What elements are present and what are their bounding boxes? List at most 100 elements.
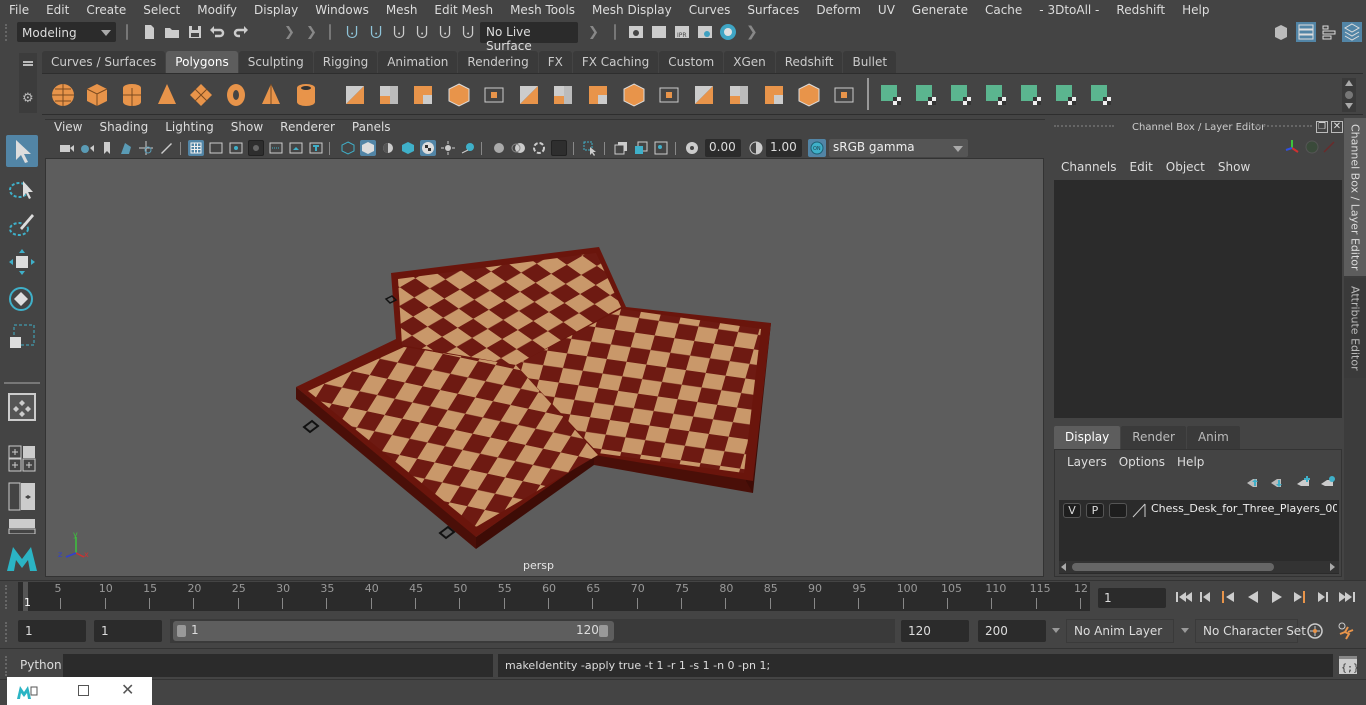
collapse-icon[interactable]	[831, 82, 857, 108]
menu-3dtoall[interactable]: - 3DtoAll -	[1030, 3, 1107, 17]
shelf-scrollbar[interactable]	[1342, 78, 1356, 112]
use-all-lights-icon[interactable]	[440, 140, 456, 156]
side-tab-channel-box[interactable]: Channel Box / Layer Editor	[1344, 118, 1366, 276]
combine-icon[interactable]	[342, 82, 368, 108]
color-space-dropdown[interactable]: sRGB gamma	[829, 139, 968, 157]
snap-curve-icon[interactable]: ⨃	[367, 23, 385, 41]
layer-horizontal-scrollbar[interactable]	[1059, 561, 1339, 573]
menu-mesh-tools[interactable]: Mesh Tools	[501, 3, 583, 17]
chess-desk-model[interactable]	[46, 159, 1045, 578]
menu-file[interactable]: File	[0, 3, 37, 17]
scroll-up-icon[interactable]	[1345, 80, 1353, 86]
shelf-menu-icon[interactable]	[23, 61, 33, 63]
shelf-tab-fx-caching[interactable]: FX Caching	[572, 51, 659, 73]
layer-tab-render[interactable]: Render	[1121, 426, 1186, 449]
shelf-tab-animation[interactable]: Animation	[378, 51, 458, 73]
collapse-arrow-icon[interactable]: ❯	[588, 25, 599, 40]
gate-mask-icon[interactable]	[248, 140, 264, 156]
safe-title-icon[interactable]	[308, 140, 324, 156]
target-weld-icon[interactable]	[796, 82, 822, 108]
tool-settings-toggle-icon[interactable]	[1320, 23, 1338, 41]
anim-layer-dropdown[interactable]: No Anim Layer	[1066, 619, 1174, 643]
shelf-tab-xgen[interactable]: XGen	[724, 51, 775, 73]
grid-toggle-icon[interactable]	[188, 140, 204, 156]
snap-surface-icon[interactable]: ⨃	[459, 23, 477, 41]
render-current-frame-icon[interactable]	[650, 23, 668, 41]
shadows-icon[interactable]	[460, 140, 476, 156]
isolate-select-icon[interactable]	[582, 140, 598, 156]
layer-playback-toggle[interactable]: P	[1086, 503, 1104, 518]
field-chart-icon[interactable]	[268, 140, 284, 156]
animation-preferences-icon[interactable]	[1336, 622, 1356, 640]
command-language-toggle[interactable]: Python	[20, 658, 62, 672]
maximize-icon[interactable]	[78, 685, 89, 696]
menu-surfaces[interactable]: Surfaces	[738, 3, 807, 17]
color-management-toggle-icon[interactable]: ON	[808, 139, 826, 157]
uv-editor-icon[interactable]	[1053, 82, 1079, 108]
menu-deform[interactable]: Deform	[807, 3, 869, 17]
offset-edge-loop-icon[interactable]	[761, 82, 787, 108]
move-tool[interactable]	[6, 246, 38, 278]
extrude-icon[interactable]	[585, 82, 611, 108]
scale-tool[interactable]	[6, 320, 38, 352]
collapse-arrow-icon[interactable]: ❯	[746, 24, 758, 40]
menu-edit-mesh[interactable]: Edit Mesh	[425, 3, 501, 17]
rotate-tool[interactable]	[6, 283, 38, 315]
float-panel-icon[interactable]: ❐	[1316, 121, 1328, 133]
channel-box-toggle-icon[interactable]	[1342, 22, 1362, 42]
default-material-icon[interactable]	[380, 140, 396, 156]
menu-modify[interactable]: Modify	[188, 3, 245, 17]
channel-box-menu-show[interactable]: Show	[1213, 160, 1258, 174]
poly-cone-icon[interactable]	[154, 82, 180, 108]
drag-handle[interactable]	[1054, 125, 1114, 130]
multi-cut-icon[interactable]	[550, 82, 576, 108]
poly-torus-icon[interactable]	[223, 82, 249, 108]
menu-help[interactable]: Help	[1173, 3, 1217, 17]
range-slider[interactable]: 1 120	[173, 621, 614, 641]
menu-cache[interactable]: Cache	[976, 3, 1030, 17]
command-input[interactable]	[63, 654, 493, 677]
viewport-persp[interactable]: y x z persp	[45, 158, 1044, 577]
poly-plane-icon[interactable]	[188, 82, 214, 108]
gamma-icon[interactable]	[748, 140, 764, 156]
layer-tab-anim[interactable]: Anim	[1186, 426, 1240, 449]
shelf-tab-rendering[interactable]: Rendering	[458, 51, 538, 73]
time-slider[interactable]: 1 5 10 15 20 25 30 35 40 45 50 55 60 65 70 75 80 85 90 95 1…	[18, 582, 1090, 611]
shelf-menu-dot-icon[interactable]	[1345, 91, 1353, 99]
bevel-icon[interactable]	[516, 82, 542, 108]
menu-edit[interactable]: Edit	[37, 3, 77, 17]
cylindrical-uv-icon[interactable]	[913, 82, 939, 108]
menu-select[interactable]: Select	[134, 3, 188, 17]
poly-cylinder-icon[interactable]	[119, 82, 145, 108]
gamma-field[interactable]: 1.00	[766, 139, 802, 157]
automatic-uv-icon[interactable]	[983, 82, 1009, 108]
modeling-toolkit-icon[interactable]	[1272, 23, 1290, 41]
chevron-down-icon[interactable]	[1181, 628, 1189, 633]
scroll-left-icon[interactable]	[1061, 563, 1066, 571]
playback-start-field[interactable]: 1	[94, 620, 162, 642]
layer-color-swatch-icon[interactable]	[1131, 502, 1147, 518]
mirror-icon[interactable]	[410, 82, 436, 108]
menu-display[interactable]: Display	[245, 3, 306, 17]
close-icon[interactable]: ✕	[121, 680, 134, 699]
scroll-right-icon[interactable]	[1330, 563, 1335, 571]
viewport-menu-shading[interactable]: Shading	[90, 120, 156, 138]
poly-pipe-icon[interactable]	[293, 82, 319, 108]
menu-redshift[interactable]: Redshift	[1107, 3, 1173, 17]
scrollbar-thumb[interactable]	[1072, 563, 1274, 571]
drag-handle[interactable]	[5, 656, 9, 676]
range-end-handle[interactable]	[599, 625, 608, 637]
xray-icon[interactable]	[491, 140, 507, 156]
exposure-field[interactable]: 0.00	[705, 139, 741, 157]
image-plane-icon[interactable]	[118, 140, 134, 156]
menu-generate[interactable]: Generate	[903, 3, 976, 17]
layer-display-type-toggle[interactable]	[1109, 503, 1127, 518]
viewport-2-icon[interactable]	[633, 140, 649, 156]
select-camera-icon[interactable]	[59, 140, 75, 156]
save-scene-icon[interactable]	[186, 23, 204, 41]
spherical-uv-icon[interactable]	[948, 82, 974, 108]
viewport-menu-show[interactable]: Show	[222, 120, 271, 138]
chevron-down-icon[interactable]	[1052, 628, 1060, 633]
paint-select-tool[interactable]	[6, 209, 38, 241]
undo-icon[interactable]	[208, 23, 226, 41]
